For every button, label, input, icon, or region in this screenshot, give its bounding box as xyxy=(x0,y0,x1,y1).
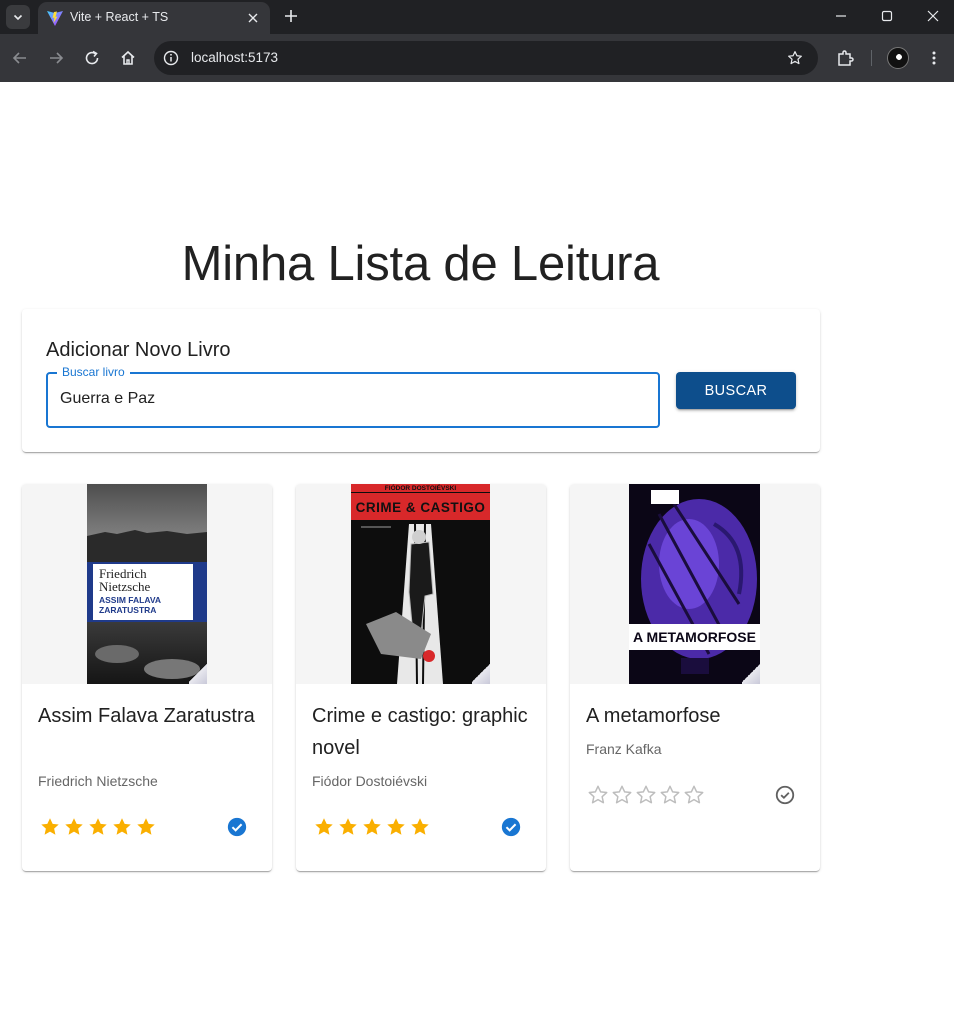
book-author: Fiódor Dostoiévski xyxy=(312,773,428,789)
close-icon xyxy=(927,10,939,22)
plus-icon xyxy=(285,10,297,22)
unread-check-icon[interactable] xyxy=(774,784,796,806)
tab-search-button[interactable] xyxy=(6,5,30,29)
home-button[interactable] xyxy=(116,46,140,70)
star-filled-icon[interactable] xyxy=(86,815,110,839)
star-filled-icon[interactable] xyxy=(38,815,62,839)
star-filled-icon[interactable] xyxy=(408,815,432,839)
star-filled-icon[interactable] xyxy=(384,815,408,839)
chevron-down-icon xyxy=(13,14,23,21)
star-filled-icon[interactable] xyxy=(312,815,336,839)
star-empty-icon[interactable] xyxy=(682,783,706,807)
rating-stars[interactable] xyxy=(586,783,706,807)
reload-icon xyxy=(85,50,99,65)
forward-button[interactable] xyxy=(44,46,68,70)
book-card: A METAMORFOSE A metamorfose Franz Kafka xyxy=(570,484,820,871)
profile-avatar[interactable] xyxy=(887,47,909,69)
extensions-button[interactable] xyxy=(833,46,857,70)
new-tab-button[interactable] xyxy=(280,5,302,27)
book-cover-image: Friedrich Nietzsche ASSIM FALAVA ZARATUS… xyxy=(87,484,207,684)
more-vertical-icon xyxy=(932,51,936,65)
tab-title: Vite + React + TS xyxy=(70,10,169,24)
cover-title-text: ASSIM FALAVA ZARATUSTRA xyxy=(99,595,161,615)
star-empty-icon[interactable] xyxy=(658,783,682,807)
browser-toolbar: localhost:5173 xyxy=(0,34,954,82)
star-empty-icon[interactable] xyxy=(586,783,610,807)
cover-title-text: A METAMORFOSE xyxy=(633,629,756,645)
browser-tab[interactable]: Vite + React + TS xyxy=(38,2,270,34)
browser-tab-bar: Vite + React + TS xyxy=(0,0,954,34)
cover-author-text: FIÓDOR DOSTOIÉVSKI xyxy=(384,485,457,492)
star-empty-icon[interactable] xyxy=(610,783,634,807)
star-filled-icon[interactable] xyxy=(336,815,360,839)
cover-author-text: Friedrich Nietzsche xyxy=(99,566,151,594)
close-tab-icon[interactable] xyxy=(244,9,262,27)
book-title: A metamorfose xyxy=(586,705,721,727)
maximize-icon xyxy=(881,10,893,22)
rating-stars[interactable] xyxy=(38,815,158,839)
page-curl xyxy=(189,662,207,684)
book-cover-image: A METAMORFOSE xyxy=(629,484,760,684)
book-cover-area: A METAMORFOSE xyxy=(570,484,820,684)
book-cover-area: Friedrich Nietzsche ASSIM FALAVA ZARATUS… xyxy=(22,484,272,684)
star-filled-icon[interactable] xyxy=(110,815,134,839)
book-cover-image: FIÓDOR DOSTOIÉVSKI CRIME & CASTIGO xyxy=(351,484,490,684)
address-bar[interactable]: localhost:5173 xyxy=(154,41,818,75)
page-curl xyxy=(472,662,490,684)
arrow-right-icon xyxy=(50,52,64,64)
toolbar-divider xyxy=(871,50,872,66)
url-text: localhost:5173 xyxy=(191,50,279,65)
browser-menu-button[interactable] xyxy=(922,46,946,70)
add-book-heading: Adicionar Novo Livro xyxy=(46,339,231,361)
book-author: Franz Kafka xyxy=(586,741,662,757)
book-title: Assim Falava Zaratustra xyxy=(38,705,255,727)
minimize-button[interactable] xyxy=(828,4,854,28)
reload-button[interactable] xyxy=(80,46,104,70)
maximize-button[interactable] xyxy=(874,4,900,28)
close-window-button[interactable] xyxy=(920,4,946,28)
rating-stars[interactable] xyxy=(312,815,432,839)
star-filled-icon[interactable] xyxy=(134,815,158,839)
book-cover-area: FIÓDOR DOSTOIÉVSKI CRIME & CASTIGO xyxy=(296,484,546,684)
back-button[interactable] xyxy=(8,46,32,70)
book-title: Crime e castigo: graphic novel xyxy=(312,705,528,759)
book-author: Friedrich Nietzsche xyxy=(38,773,158,789)
add-book-card: Adicionar Novo Livro Buscar livro BUSCAR xyxy=(22,309,820,452)
page-curl xyxy=(742,662,760,684)
page-title: Minha Lista de Leitura xyxy=(181,237,660,291)
search-input[interactable] xyxy=(60,390,640,408)
search-label: Buscar livro xyxy=(57,365,130,379)
book-card: FIÓDOR DOSTOIÉVSKI CRIME & CASTIGO Crime… xyxy=(296,484,546,871)
star-empty-icon[interactable] xyxy=(634,783,658,807)
minimize-icon xyxy=(836,15,846,17)
cover-title-text: CRIME & CASTIGO xyxy=(355,500,486,515)
star-filled-icon[interactable] xyxy=(360,815,384,839)
read-check-icon[interactable] xyxy=(226,816,248,838)
read-check-icon[interactable] xyxy=(500,816,522,838)
vite-logo-icon xyxy=(47,11,63,26)
home-icon xyxy=(121,50,135,65)
star-filled-icon[interactable] xyxy=(62,815,86,839)
search-button[interactable]: BUSCAR xyxy=(676,372,796,409)
site-info-icon[interactable] xyxy=(162,49,180,67)
bookmark-star-icon[interactable] xyxy=(786,49,804,67)
arrow-left-icon xyxy=(12,52,26,64)
puzzle-icon xyxy=(838,50,854,66)
book-card: Friedrich Nietzsche ASSIM FALAVA ZARATUS… xyxy=(22,484,272,871)
search-field[interactable]: Buscar livro xyxy=(46,365,660,428)
